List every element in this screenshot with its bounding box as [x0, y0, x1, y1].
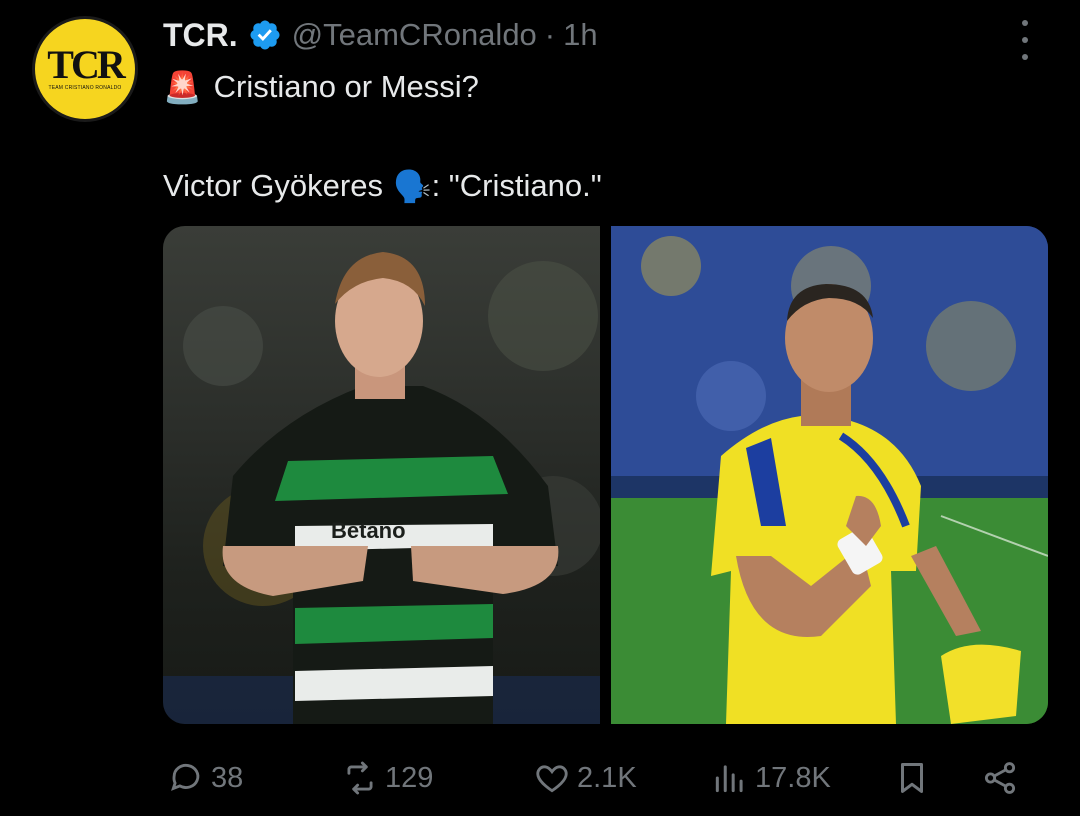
- repost-icon: [347, 761, 373, 795]
- media-photo-right[interactable]: [611, 226, 1048, 724]
- reply-count: 38: [211, 761, 244, 794]
- reply-icon: [171, 764, 200, 791]
- tweet-header: TCR. @TeamCRonaldo · 1h: [163, 14, 598, 56]
- shirt-sponsor: Betano: [331, 518, 406, 543]
- tweet-quote-text: : "Cristiano.": [431, 168, 602, 203]
- author-handle[interactable]: @TeamCRonaldo: [292, 17, 537, 53]
- views-icon: [715, 765, 743, 793]
- speaking-head-icon: 🗣️: [392, 168, 432, 204]
- tweet-text-line-2: Victor Gyökeres 🗣️ : "Cristiano.": [163, 164, 602, 208]
- heart-icon: [536, 765, 568, 793]
- siren-icon: 🚨: [163, 69, 202, 105]
- action-bar: 38 129 2.1K 17.8K: [163, 750, 1033, 806]
- player-sporting-illustration: Betano: [163, 252, 600, 724]
- avatar-subtitle: TEAM CRISTIANO RONALDO: [48, 85, 122, 91]
- share-icon: [984, 762, 1016, 794]
- more-options-icon[interactable]: [1017, 20, 1033, 60]
- bookmark-icon: [900, 763, 924, 793]
- tweet-quote-name: Victor Gyökeres: [163, 168, 383, 203]
- player-alnassr-illustration: [611, 226, 1048, 724]
- like-count: 2.1K: [577, 761, 637, 794]
- tweet-media: Betano: [163, 226, 1048, 724]
- tweet-text-line-1: 🚨 Cristiano or Messi?: [163, 66, 479, 108]
- author-name[interactable]: TCR.: [163, 17, 238, 54]
- separator: ·: [544, 17, 556, 52]
- bookmark-button[interactable]: [893, 750, 931, 806]
- reply-button[interactable]: 38: [167, 750, 243, 806]
- repost-button[interactable]: 129: [341, 750, 433, 806]
- like-button[interactable]: 2.1K: [533, 750, 637, 806]
- avatar-logo: TCR: [47, 42, 125, 87]
- tweet-question: Cristiano or Messi?: [213, 69, 479, 104]
- repost-count: 129: [385, 761, 434, 794]
- views-button[interactable]: 17.8K: [711, 750, 831, 806]
- media-photo-left[interactable]: Betano: [163, 226, 600, 724]
- view-count: 17.8K: [755, 761, 831, 794]
- verified-badge-icon: [250, 20, 280, 50]
- share-button[interactable]: [981, 750, 1019, 806]
- tweet-time[interactable]: 1h: [563, 17, 597, 53]
- avatar[interactable]: TCR TEAM CRISTIANO RONALDO: [32, 16, 138, 122]
